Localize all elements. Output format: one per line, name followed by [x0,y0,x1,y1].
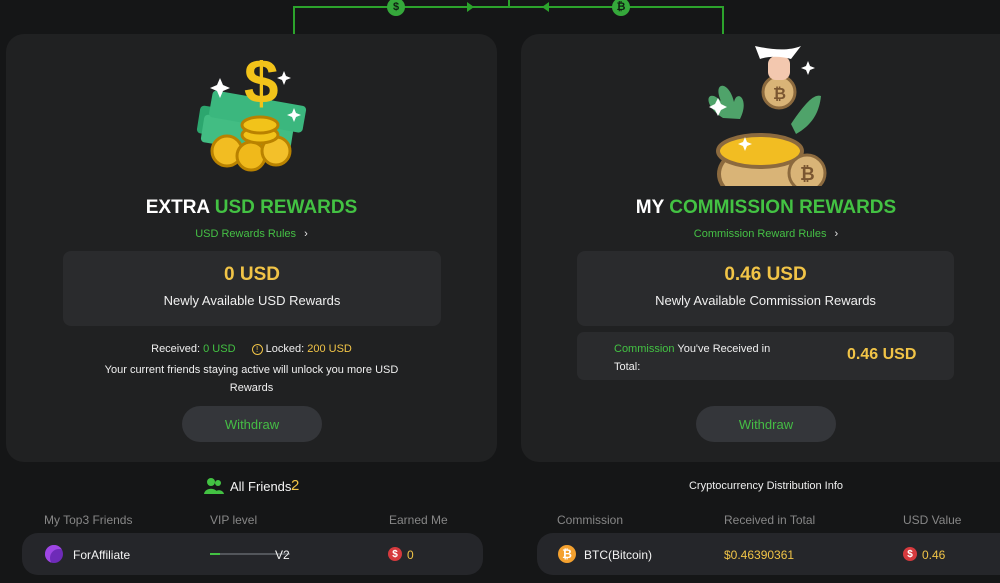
commission-withdraw-button[interactable]: Withdraw [696,406,836,442]
commission-highlight-word: Commission [614,343,675,355]
connector-arrow-right [467,2,474,12]
commission-reward-label: Newly Available Commission Rewards [655,293,876,308]
usd-reward-summary: 0 USD Newly Available USD Rewards [63,251,441,326]
crypto-column-usd-value: USD Value [903,513,962,527]
bitcoin-icon: ₿ [612,0,630,16]
commission-received-total-value: 0.46 USD [847,346,917,363]
commission-rewards-title: MY COMMISSION REWARDS [521,197,1000,219]
crypto-column-commission: Commission [557,513,624,527]
commission-title-highlight: COMMISSION REWARDS [669,197,897,218]
usd-unlock-info-line-2: Rewards [229,382,274,394]
all-friends-count: 2 [291,477,300,494]
svg-text:₿: ₿ [800,164,815,184]
vip-progress-fill [210,553,220,555]
commission-reward-value: 0.46 USD [724,264,807,285]
commission-received-label-line-1: You've Received in [674,343,771,355]
usd-unlock-info: Your current friends staying active will… [76,361,427,397]
bitcoin-icon: ₿ [558,545,576,563]
commission-received-label-line-2: Total: [614,361,641,373]
dollar-icon: $ [387,0,405,16]
commission-rules-link-label: Commission Reward Rules [693,228,827,240]
commission-rewards-panel: ₿ ₿ MY COMMISSION REWARDS Commission Rew… [521,34,1000,462]
commission-received-total-box: Commission You've Received in Total: 0.4… [577,332,954,380]
usd-status-line: Received: 0 USD ! Locked: 200 USD [6,343,497,355]
svg-text:$: $ [244,60,278,117]
usd-rewards-panel: $ EXTRA USD REWARDS USD Rewards Rules › … [6,34,497,462]
usd-rewards-rules-link[interactable]: USD Rewards Rules › [6,228,497,240]
alert-circle-icon: ! [251,344,263,355]
usd-reward-label: Newly Available USD Rewards [163,293,341,308]
received-label: Received: [151,343,201,355]
money-rewards-illustration: $ [196,60,307,172]
friend-name: ForAffiliate [73,548,131,562]
usd-title-highlight: USD REWARDS [214,197,358,218]
chevron-right-icon: › [304,228,308,240]
commission-title-prefix: MY [635,197,664,218]
commission-reward-summary: 0.46 USD Newly Available Commission Rewa… [577,251,954,326]
usd-reward-value: 0 USD [224,264,280,285]
friends-column-earned-me: Earned Me [389,513,448,527]
locked-value: 200 USD [307,343,352,355]
friend-earned-value: 0 [407,548,414,562]
all-friends-label: All Friends [230,479,292,494]
usd-unlock-info-line-1: Your current friends staying active will… [104,364,399,376]
crypto-currency-name: BTC(Bitcoin) [584,548,653,562]
crypto-received-total: $0.46390361 [724,548,795,562]
crypto-distribution-title: Cryptocurrency Distribution Info [688,480,844,492]
avatar [45,545,63,563]
locked-label: Locked: [265,343,305,355]
crypto-usd-value: 0.46 [922,548,946,562]
usd-rules-link-label: USD Rewards Rules [195,228,297,240]
usd-withdraw-button[interactable]: Withdraw [182,406,322,442]
dollar-coin-icon: $ [903,547,917,561]
all-friends-summary: All Friends 2 [204,477,334,497]
friends-icon [204,478,224,494]
usd-rewards-title: EXTRA USD REWARDS [6,197,497,219]
received-value: 0 USD [203,343,236,355]
chevron-right-icon: › [834,228,839,240]
vip-level-value: V2 [275,548,290,562]
friends-column-vip-level: VIP level [210,513,258,527]
connector-arrow-left [542,2,549,12]
commission-received-total-label: Commission You've Received in Total: [614,340,799,376]
crypto-column-received-total: Received in Total [724,513,816,527]
friend-row[interactable]: ForAffiliate V2 $ 0 [22,533,483,575]
commission-reward-rules-link[interactable]: Commission Reward Rules › [521,228,1000,240]
dollar-coin-icon: $ [388,547,402,561]
friends-column-top-friends: My Top3 Friends [44,513,133,527]
usd-title-prefix: EXTRA [145,197,210,218]
svg-text:₿: ₿ [773,85,786,103]
commission-bag-illustration: ₿ ₿ [708,46,827,186]
crypto-row[interactable]: ₿ BTC(Bitcoin) $0.46390361 $ 0.46 [537,533,1000,575]
